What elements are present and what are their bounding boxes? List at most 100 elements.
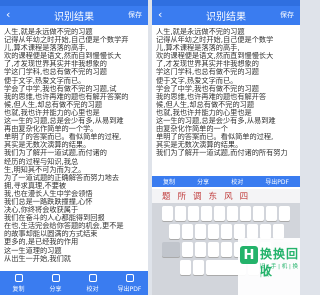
toolbar-label: 复制	[12, 285, 25, 293]
bottom-toolbar: 复制 分享 校对 导出PDF	[0, 271, 148, 295]
text-line: 我的思维,也许再难的题也有解开答	[156, 92, 267, 101]
toolbar-icon	[14, 273, 23, 282]
ocr-text-area[interactable]: 人生,就是永远做不完的习题 记得从年幼之时开始,自己便是个数学弃 儿,算术课程是落落…	[0, 25, 148, 266]
text-line: 候,但人生,却总有做不完的习题	[4, 100, 103, 109]
keyboard-key[interactable]	[161, 242, 180, 257]
text-line: 我们为了解开一道试题,而付诸的	[4, 149, 107, 158]
toolbar-icon	[51, 273, 60, 282]
text-line: 候,但人生,却总有做不完的习题	[156, 100, 255, 109]
text-line: 欢的课程便是语文,然而直到慢慢长大	[156, 52, 274, 61]
keyboard-key[interactable]	[181, 224, 193, 239]
text-line: 更多的,是已经我的作用	[4, 238, 79, 247]
keyboard-key[interactable]	[272, 224, 284, 239]
keyboard-key[interactable]	[168, 224, 180, 239]
edit-toolbar-item[interactable]: 校对	[231, 177, 243, 186]
keyboard-key[interactable]	[240, 206, 251, 221]
text-line: 记得从年幼之时开始,自己便是个数学弃	[4, 36, 129, 45]
text-line: 学这门学科,也总有做不完的习题	[156, 68, 259, 77]
ime-candidate[interactable]: 四	[240, 190, 249, 202]
text-line: 生,明知其不可为而为之。	[4, 165, 86, 174]
text-line: 这一生的习题,总是会少有多,从易到难	[4, 117, 124, 126]
text-line: 为了一道试题的正确解答而努力地去	[4, 173, 120, 182]
page-title: 识别结果	[54, 12, 94, 23]
keyboard-key[interactable]	[207, 224, 219, 239]
text-line: 我们总是一路跌跌撞撞,心怀	[4, 197, 93, 206]
keyboard-key[interactable]	[279, 206, 290, 221]
keyboard-key[interactable]	[253, 206, 264, 221]
keyboard-key[interactable]	[259, 224, 271, 239]
ime-candidate[interactable]: 调	[193, 190, 202, 202]
ime-candidate[interactable]: 风	[224, 190, 233, 202]
edit-toolbar-item[interactable]: 分享	[197, 177, 209, 186]
text-line: 也就,我也许并能力的心里也是	[156, 108, 252, 117]
text-line: 学会了中学,我也有做不完的习题,试	[4, 84, 117, 93]
text-line: 再由复杂化作简单的一个学。	[4, 125, 98, 134]
toolbar-item[interactable]: 复制	[0, 271, 37, 295]
watermark-overlay: H 换换回收 旧 | 手 | 机 | 换 | 钱	[238, 238, 300, 295]
text-line: 在也,生活完会给你答题的机会,更不是	[4, 222, 124, 231]
text-line: 记得从年幼之时开始,自己便是个数学	[156, 36, 274, 45]
text-line: 拥,寻求真理,不要被	[4, 181, 67, 190]
brand-logo-icon: H	[240, 246, 258, 264]
keyboard-key[interactable]	[207, 242, 219, 257]
top-bar: ‹ 识别结果 保存	[152, 6, 300, 25]
keyboard-key[interactable]	[246, 224, 258, 239]
back-arrow-icon[interactable]: ‹	[158, 8, 162, 21]
text-line: 决心,你终将会收获属于	[4, 206, 79, 215]
ocr-text-area-editing[interactable]: 人生,就是永远做不完的习题 记得从年幼之时开始,自己便是个数学 儿,算术课程是落落的…	[152, 25, 300, 161]
text-line: 我的思维,也许再难的题也有解开答案的	[4, 92, 129, 101]
text-line: 单明了的答案而已。看似简单的过程,	[156, 133, 274, 142]
keyboard-key[interactable]	[162, 206, 173, 221]
keyboard-key[interactable]	[233, 224, 245, 239]
text-line: 其实是无数次演算的结果。	[4, 141, 91, 150]
text-line: 了,才发现世界其实并非我想象的	[4, 60, 107, 69]
toolbar-label: 分享	[49, 285, 62, 293]
keyboard-key[interactable]	[220, 224, 232, 239]
text-line: 儿,算术课程是落落的高手,	[156, 44, 240, 53]
toolbar-label: 导出PDF	[117, 285, 142, 293]
keyboard-key[interactable]	[220, 242, 232, 257]
keyboard-key[interactable]	[180, 260, 191, 275]
ime-candidate[interactable]: 所	[178, 190, 187, 202]
save-button[interactable]: 保存	[128, 10, 142, 20]
keyboard-key[interactable]	[181, 242, 193, 257]
text-line: 了,才发现世界其实并非我想象的	[156, 60, 259, 69]
ime-candidate[interactable]: 东	[209, 190, 218, 202]
text-line: 我们为了解开一道试题,而付诸的所有努力	[156, 149, 288, 158]
text-line: 儿,算术课程是落落的高手,	[4, 44, 88, 53]
text-line: 由复杂化作简单的一个	[156, 125, 228, 134]
ime-candidate[interactable]: 题	[162, 190, 171, 202]
edit-toolbar-item[interactable]: 复制	[163, 177, 175, 186]
back-arrow-icon[interactable]: ‹	[6, 8, 10, 21]
toolbar-icon	[125, 273, 134, 282]
text-line: 这一生的习题,总是会少有多,从易到难	[156, 117, 276, 126]
keyboard-key[interactable]	[201, 206, 212, 221]
keyboard-row	[155, 224, 297, 239]
text-line: 也就,我也许并能力的心里也是	[4, 108, 100, 117]
keyboard-key[interactable]	[194, 242, 206, 257]
toolbar-item[interactable]: 分享	[37, 271, 74, 295]
text-line: 人生,就是永远做不完的习题	[156, 28, 245, 36]
keyboard-key[interactable]	[175, 206, 186, 221]
toolbar-item[interactable]: 导出PDF	[111, 271, 148, 295]
toolbar-item[interactable]: 校对	[74, 271, 111, 295]
keyboard-key[interactable]	[188, 206, 199, 221]
toolbar-label: 校对	[86, 285, 99, 293]
keyboard-key[interactable]	[266, 206, 277, 221]
text-line: 欢的课程便是语文,然而自到慢慢长大	[4, 52, 122, 61]
text-line: 其实是无数次演算的结果。	[156, 141, 243, 150]
text-line: 的故事却能以圆满的方式结束	[4, 230, 98, 239]
edit-toolbar-item[interactable]: 导出PDF	[265, 177, 289, 186]
brand-subtitle: 旧 | 手 | 机 | 换 | 钱	[260, 264, 299, 278]
keyboard-key[interactable]	[194, 224, 206, 239]
text-line: 学会了中学,我也有做不完的习题	[156, 84, 259, 93]
keyboard-key[interactable]	[214, 206, 225, 221]
left-phone-screen: ‹ 识别结果 保存 人生,就是永远做不完的习题 记得从年幼之时开始,自己便是个数学…	[0, 0, 148, 295]
keyboard-key[interactable]	[227, 206, 238, 221]
text-line: 人生,就是永远做不完的习题	[4, 28, 93, 36]
page-title: 识别结果	[206, 12, 246, 23]
top-bar: ‹ 识别结果 保存	[0, 6, 148, 25]
save-button[interactable]: 保存	[280, 10, 294, 20]
text-line: 我们在奋斗的人心都能得到回报	[4, 214, 105, 223]
keyboard-key[interactable]	[193, 260, 204, 275]
